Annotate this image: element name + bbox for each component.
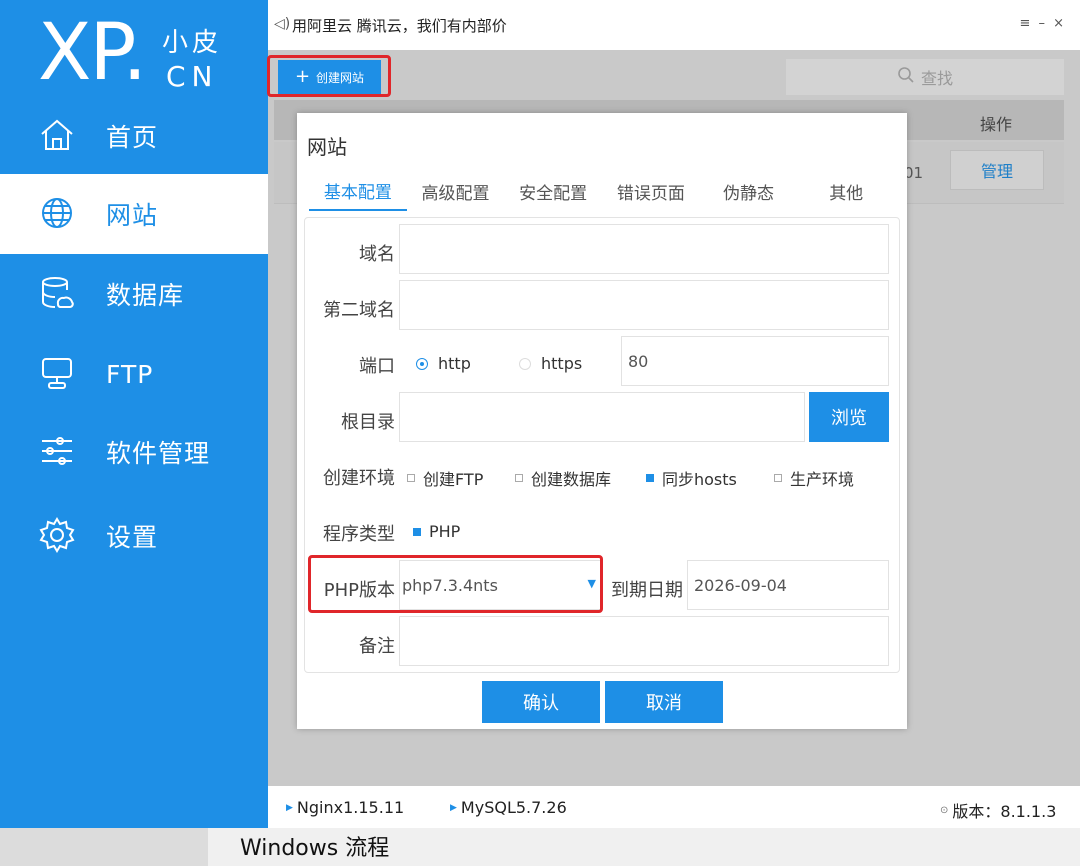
search-icon bbox=[897, 66, 915, 88]
create-database-label: 创建数据库 bbox=[531, 470, 612, 489]
checkbox-icon bbox=[774, 474, 782, 482]
php-type-checkbox[interactable]: PHP bbox=[413, 522, 460, 541]
search-button[interactable]: 查找 bbox=[786, 59, 1064, 95]
background-text: Windows 流程 bbox=[240, 836, 390, 861]
sidebar-item-label: 网站 bbox=[106, 201, 159, 230]
highlight-php-version bbox=[308, 555, 603, 613]
sidebar-item-label: 数据库 bbox=[106, 281, 185, 310]
triangle-right-icon: ▶ bbox=[450, 802, 457, 813]
sidebar-item-label: FTP bbox=[106, 359, 154, 389]
server-icon bbox=[38, 354, 76, 392]
checkbox-checked-icon bbox=[646, 474, 654, 482]
logo-domain: CN bbox=[166, 60, 219, 93]
triangle-right-icon: ▶ bbox=[286, 802, 293, 813]
sidebar: XP. 小皮 CN 首页 网站 数据库 FTP 软件管理 设置 bbox=[0, 0, 268, 828]
info-icon: ⊙ bbox=[940, 804, 949, 816]
root-dir-label: 根目录 bbox=[341, 412, 395, 433]
mysql-status[interactable]: ▶ MySQL5.7.26 bbox=[450, 798, 567, 817]
version-text: 版本：8.1.1.3 bbox=[952, 802, 1057, 821]
sliders-icon bbox=[38, 432, 76, 470]
checkbox-checked-icon bbox=[413, 527, 421, 536]
create-ftp-label: 创建FTP bbox=[423, 470, 484, 489]
tab-rewrite[interactable]: 伪静态 bbox=[700, 171, 798, 211]
promo-notice[interactable]: 用阿里云 腾讯云，我们有内部价 bbox=[292, 15, 507, 36]
search-label: 查找 bbox=[920, 69, 953, 88]
mysql-version: MySQL5.7.26 bbox=[460, 798, 567, 817]
dialog-title: 网站 bbox=[307, 135, 347, 159]
app-version: ⊙ 版本：8.1.1.3 bbox=[940, 798, 1056, 822]
database-icon bbox=[38, 274, 76, 312]
protocol-https-label: https bbox=[541, 354, 583, 373]
remark-label: 备注 bbox=[359, 636, 395, 657]
tab-basic-config[interactable]: 基本配置 bbox=[309, 171, 407, 211]
cancel-button[interactable]: 取消 bbox=[605, 681, 723, 723]
globe-icon bbox=[38, 194, 76, 232]
sidebar-item-label: 软件管理 bbox=[106, 439, 211, 468]
port-input[interactable]: 80 bbox=[621, 336, 889, 386]
expire-date-input[interactable]: 2026-09-04 bbox=[687, 560, 889, 610]
sidebar-item-settings[interactable]: 设置 bbox=[0, 496, 268, 576]
radio-unselected-icon bbox=[519, 357, 531, 370]
manage-button[interactable]: 管理 bbox=[950, 150, 1044, 190]
window-controls[interactable]: ≡ – × bbox=[1019, 16, 1066, 31]
dialog-tabs: 基本配置 高级配置 安全配置 错误页面 伪静态 其他 bbox=[309, 171, 895, 213]
sidebar-item-label: 首页 bbox=[106, 123, 159, 152]
tab-security-config[interactable]: 安全配置 bbox=[504, 171, 602, 211]
sidebar-item-ftp[interactable]: FTP bbox=[0, 334, 268, 414]
production-env-label: 生产环境 bbox=[790, 470, 855, 489]
sync-hosts-label: 同步hosts bbox=[662, 470, 737, 489]
domain-input[interactable] bbox=[399, 224, 889, 274]
port-label: 端口 bbox=[359, 356, 395, 377]
sidebar-item-home[interactable]: 首页 bbox=[0, 96, 268, 176]
second-domain-label: 第二域名 bbox=[323, 300, 395, 321]
sidebar-item-label: 设置 bbox=[106, 523, 159, 552]
domain-label: 域名 bbox=[359, 244, 395, 265]
production-env-checkbox[interactable]: 生产环境 bbox=[774, 466, 854, 490]
logo-main: XP. bbox=[38, 8, 147, 98]
protocol-https-radio[interactable]: https bbox=[519, 354, 582, 373]
background-document: Windows 流程 bbox=[0, 828, 1080, 866]
speaker-icon: ◁) bbox=[274, 16, 291, 32]
tab-error-pages[interactable]: 错误页面 bbox=[602, 171, 700, 211]
tab-advanced-config[interactable]: 高级配置 bbox=[407, 171, 505, 211]
radio-selected-icon bbox=[416, 357, 428, 370]
expire-date-label: 到期日期 bbox=[611, 580, 683, 601]
protocol-http-label: http bbox=[438, 354, 471, 373]
checkbox-icon bbox=[515, 474, 523, 482]
create-ftp-checkbox[interactable]: 创建FTP bbox=[407, 466, 483, 490]
create-database-checkbox[interactable]: 创建数据库 bbox=[515, 466, 611, 490]
php-type-label: PHP bbox=[429, 522, 461, 541]
title-bar: ◁) 用阿里云 腾讯云，我们有内部价 ≡ – × bbox=[268, 0, 1080, 50]
home-icon bbox=[38, 116, 76, 154]
checkbox-icon bbox=[407, 474, 415, 482]
second-domain-input[interactable] bbox=[399, 280, 889, 330]
highlight-create-button bbox=[267, 55, 391, 97]
sync-hosts-checkbox[interactable]: 同步hosts bbox=[646, 466, 737, 490]
sidebar-item-websites[interactable]: 网站 bbox=[0, 174, 268, 254]
status-bar: ▶ Nginx1.15.11 ▶ MySQL5.7.26 ⊙ 版本：8.1.1.… bbox=[268, 786, 1080, 828]
confirm-button[interactable]: 确认 bbox=[482, 681, 600, 723]
background-panel bbox=[0, 828, 208, 866]
sidebar-item-database[interactable]: 数据库 bbox=[0, 254, 268, 334]
column-header-action: 操作 bbox=[979, 115, 1012, 134]
env-label: 创建环境 bbox=[323, 468, 395, 489]
gear-icon bbox=[38, 516, 76, 554]
browse-button[interactable]: 浏览 bbox=[809, 392, 889, 442]
logo-sub: 小皮 bbox=[162, 28, 223, 58]
website-dialog: 网站 基本配置 高级配置 安全配置 错误页面 伪静态 其他 域名 第二域名 端口… bbox=[297, 113, 907, 729]
sidebar-item-software[interactable]: 软件管理 bbox=[0, 412, 268, 492]
root-dir-input[interactable] bbox=[399, 392, 805, 442]
protocol-http-radio[interactable]: http bbox=[416, 354, 471, 373]
program-type-label: 程序类型 bbox=[323, 524, 395, 545]
tab-other[interactable]: 其他 bbox=[797, 171, 895, 211]
nginx-status[interactable]: ▶ Nginx1.15.11 bbox=[286, 798, 404, 817]
nginx-version: Nginx1.15.11 bbox=[296, 798, 405, 817]
remark-input[interactable] bbox=[399, 616, 889, 666]
app-logo: XP. 小皮 CN bbox=[38, 8, 238, 98]
